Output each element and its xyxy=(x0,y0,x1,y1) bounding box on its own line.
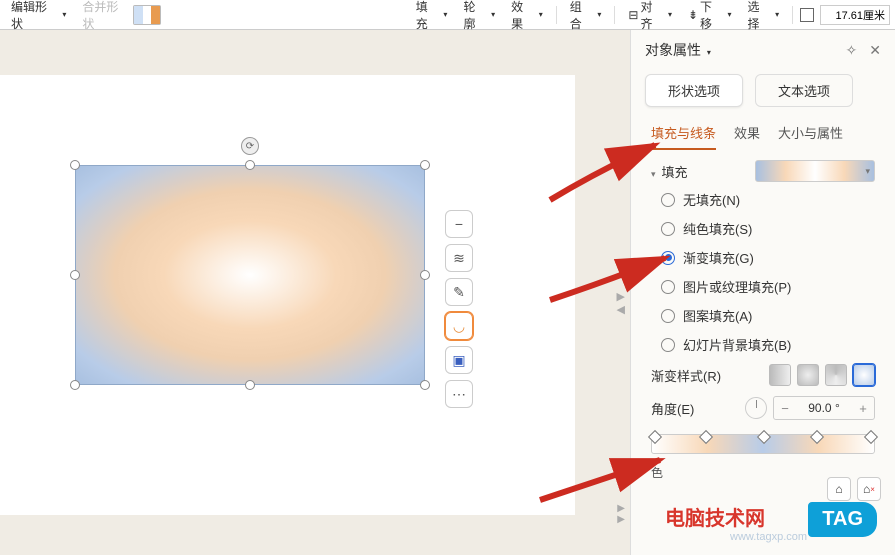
fill-tool-button[interactable]: ◡ xyxy=(445,312,473,340)
fill-dropdown[interactable]: 填充▾ xyxy=(410,0,454,34)
outline-dropdown[interactable]: 轮廓▾ xyxy=(457,0,501,34)
add-stop-button[interactable]: ⌂ xyxy=(827,477,851,501)
angle-label: 角度(E) xyxy=(651,399,694,418)
resize-handle-e[interactable] xyxy=(420,270,430,280)
resize-handle-s[interactable] xyxy=(245,380,255,390)
gradient-stops-bar[interactable] xyxy=(651,434,875,454)
fill-section-header[interactable]: ▾填充 xyxy=(651,162,688,181)
watermark-site: 电脑技术网 xyxy=(665,502,765,531)
radio-slide-bg-fill[interactable]: 幻灯片背景填充(B) xyxy=(661,335,875,354)
resize-handle-se[interactable] xyxy=(420,380,430,390)
edit-shape-dropdown[interactable]: 编辑形状▾ xyxy=(5,0,72,34)
grad-style-linear[interactable] xyxy=(769,364,791,386)
resize-handle-w[interactable] xyxy=(70,270,80,280)
properties-panel: 对象属性 ▾ ✧ ✕ 形状选项 文本选项 填充与线条 效果 大小与属性 ▾填充 … xyxy=(630,30,895,555)
gradient-stop-1[interactable] xyxy=(648,430,662,444)
remove-stop-button[interactable]: ⌂× xyxy=(857,477,881,501)
selected-shape[interactable]: ⟳ xyxy=(75,165,425,385)
watermark-url: www.tagxp.com xyxy=(730,531,807,543)
subtab-size[interactable]: 大小与属性 xyxy=(778,123,843,150)
fill-preview-dropdown[interactable]: ▾ xyxy=(755,160,875,182)
radio-no-fill[interactable]: 无填充(N) xyxy=(661,190,875,209)
radio-picture-fill[interactable]: 图片或纹理填充(P) xyxy=(661,277,875,296)
radio-gradient-fill[interactable]: 渐变填充(G) xyxy=(661,248,875,267)
width-input[interactable] xyxy=(820,5,890,25)
tab-shape-options[interactable]: 形状选项 xyxy=(645,74,743,107)
slide-page[interactable]: ⟳ xyxy=(0,75,575,515)
eyedropper-button[interactable]: ✎ xyxy=(445,278,473,306)
gradient-rectangle[interactable] xyxy=(75,165,425,385)
effect-dropdown[interactable]: 效果▾ xyxy=(505,0,549,34)
pin-icon[interactable]: ✧ xyxy=(846,42,858,59)
gradient-stop-4[interactable] xyxy=(810,430,824,444)
grad-style-rect[interactable] xyxy=(853,364,875,386)
fill-type-radio-group: 无填充(N) 纯色填充(S) 渐变填充(G) 图片或纹理填充(P) 图案填充(A… xyxy=(651,190,875,354)
rotate-handle[interactable]: ⟳ xyxy=(241,137,259,155)
watermark-tag: TAG xyxy=(808,502,877,537)
grad-style-conic[interactable] xyxy=(825,364,847,386)
select-dropdown[interactable]: 选择▾ xyxy=(742,0,786,34)
radio-solid-fill[interactable]: 纯色填充(S) xyxy=(661,219,875,238)
angle-stepper[interactable]: − 90.0 ° + xyxy=(773,396,875,420)
resize-handle-ne[interactable] xyxy=(420,160,430,170)
angle-dial[interactable] xyxy=(745,397,767,419)
tab-text-options[interactable]: 文本选项 xyxy=(755,74,853,107)
collapse-chevron-bottom[interactable]: ▶▶ xyxy=(617,503,625,525)
angle-value: 90.0 ° xyxy=(796,401,852,415)
lock-aspect-icon[interactable] xyxy=(800,8,814,22)
more-button[interactable]: ⋯ xyxy=(445,380,473,408)
subtab-fill-line[interactable]: 填充与线条 xyxy=(651,123,716,150)
gradient-stop-3[interactable] xyxy=(756,430,770,444)
gradient-stop-2[interactable] xyxy=(699,430,713,444)
resize-handle-nw[interactable] xyxy=(70,160,80,170)
resize-handle-n[interactable] xyxy=(245,160,255,170)
floating-toolbar: − ≋ ✎ ◡ ▣ ⋯ xyxy=(445,210,473,408)
collapse-panel-chevron[interactable]: ▶◀ xyxy=(617,290,625,316)
radio-pattern-fill[interactable]: 图案填充(A) xyxy=(661,306,875,325)
move-down-dropdown[interactable]: ⇟ 下移▾ xyxy=(682,0,738,34)
group-dropdown[interactable]: 组合▾ xyxy=(564,0,608,34)
style-thumb[interactable] xyxy=(133,5,161,25)
frame-button[interactable]: ▣ xyxy=(445,346,473,374)
grad-style-radial[interactable] xyxy=(797,364,819,386)
angle-decrease[interactable]: − xyxy=(774,401,796,416)
angle-increase[interactable]: + xyxy=(852,401,874,416)
gradient-style-label: 渐变样式(R) xyxy=(651,366,721,385)
gradient-style-swatches xyxy=(769,364,875,386)
close-icon[interactable]: ✕ xyxy=(869,42,881,59)
align-dropdown[interactable]: ⊟ 对齐▾ xyxy=(622,0,678,34)
subtab-effect[interactable]: 效果 xyxy=(734,123,760,150)
gradient-stop-5[interactable] xyxy=(864,430,878,444)
canvas-workspace: ⟳ − ≋ ✎ ◡ ▣ ⋯ ▶◀ ▶▶ xyxy=(0,30,625,555)
layers-button[interactable]: ≋ xyxy=(445,244,473,272)
top-toolbar: 编辑形状▾ 合并形状▾ 填充▾ 轮廓▾ 效果▾ 组合▾ ⊟ 对齐▾ ⇟ 下移▾ … xyxy=(0,0,895,30)
resize-handle-sw[interactable] xyxy=(70,380,80,390)
panel-title: 对象属性 xyxy=(645,42,701,58)
zoom-out-button[interactable]: − xyxy=(445,210,473,238)
